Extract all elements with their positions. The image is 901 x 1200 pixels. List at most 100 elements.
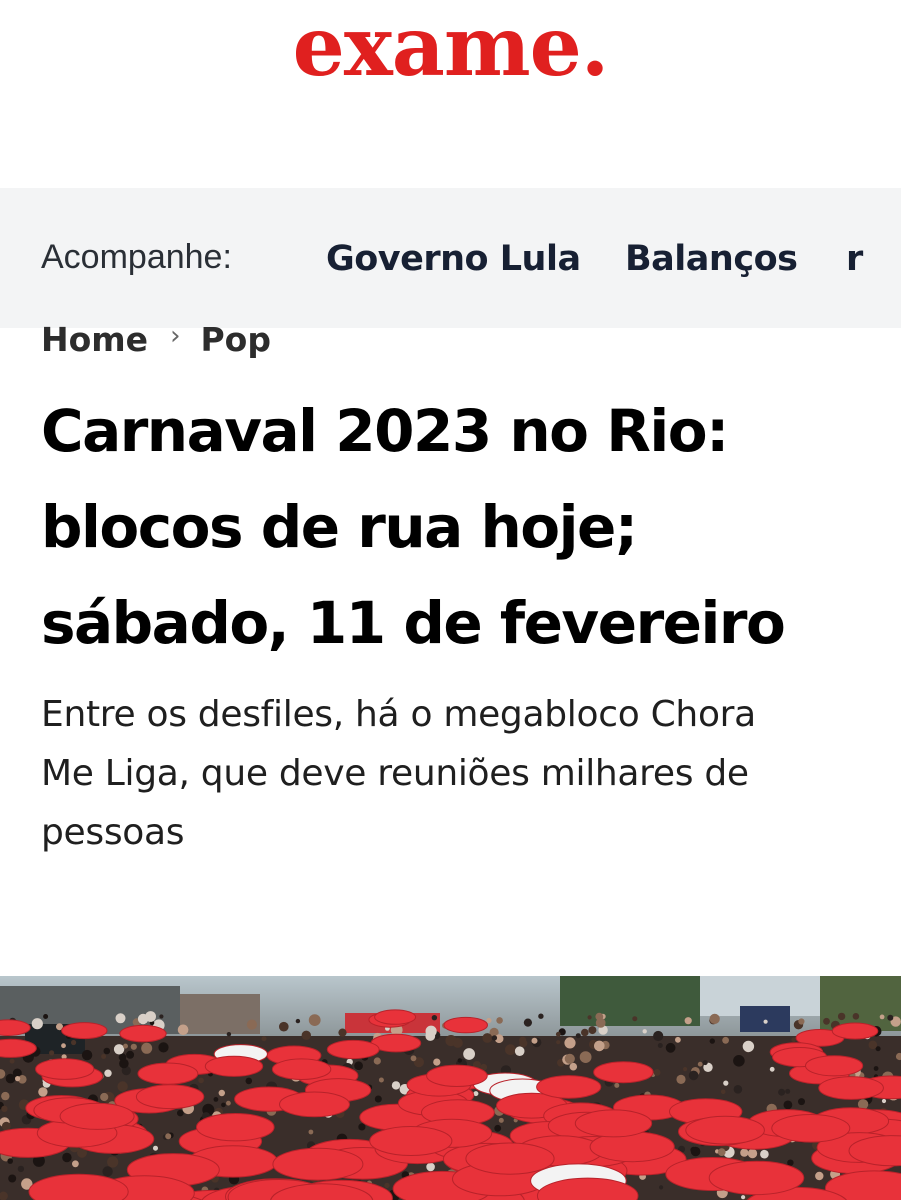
crowd-person (556, 1040, 561, 1045)
crowd-person (49, 1050, 55, 1056)
crowd-person (61, 1043, 66, 1049)
crowd-person (675, 1036, 681, 1043)
crowd-person (338, 1028, 347, 1037)
red-umbrella (443, 1016, 489, 1034)
crowd-person (7, 1158, 13, 1164)
red-umbrella (196, 1113, 275, 1142)
red-umbrella (326, 1039, 380, 1060)
crowd-person (587, 1015, 592, 1020)
crowd-person (741, 1195, 746, 1200)
red-umbrella (135, 1084, 205, 1110)
crowd-person (505, 1044, 516, 1056)
breadcrumb-pop[interactable]: Pop (200, 320, 270, 359)
crowd-person (787, 1159, 794, 1166)
crowd-person (104, 1069, 112, 1077)
crowd-person (301, 1030, 311, 1040)
crowd-person (378, 1077, 384, 1083)
breadcrumb: Home › Pop (41, 320, 271, 360)
crowd-person (688, 1070, 699, 1081)
crowd-person (498, 1117, 504, 1123)
crowd-person (569, 1062, 578, 1071)
crowd-person (733, 1055, 745, 1067)
crowd-person (740, 1148, 749, 1157)
crowd-person (642, 1029, 647, 1034)
crowd-person (81, 1049, 93, 1061)
breadcrumb-home[interactable]: Home (41, 320, 148, 359)
topics-nav-bar: Acompanhe: Governo Lula Balanços r (0, 188, 901, 328)
site-header: exame. (0, 0, 901, 188)
nav-link-balancos[interactable]: Balanços (625, 239, 798, 279)
crowd-person (141, 1042, 153, 1054)
crowd-person (17, 1165, 25, 1173)
red-umbrella (204, 1055, 264, 1077)
crowd-person (494, 1124, 502, 1132)
crowd-person (100, 1092, 109, 1102)
hero-image (0, 976, 901, 1200)
crowd-person (177, 1024, 189, 1036)
crowd-person (683, 1067, 688, 1072)
crowd-person (763, 1019, 768, 1024)
crowd-person (126, 1050, 135, 1059)
red-umbrella (708, 1160, 805, 1196)
crowd-person (723, 1080, 729, 1086)
red-umbrella (818, 1076, 884, 1100)
crowd-person (463, 1048, 475, 1060)
crowd-person (107, 1156, 119, 1168)
crowd-person (279, 1021, 289, 1032)
crowd-person (791, 1037, 797, 1043)
crowd-person (117, 1081, 128, 1092)
crowd-person (581, 1028, 589, 1037)
crowd-person (697, 1061, 703, 1067)
crowd-person (452, 1037, 463, 1048)
crowd-person (555, 1031, 561, 1037)
crowd-person (632, 1016, 638, 1022)
crowd-person (358, 1123, 366, 1131)
crowd-person (410, 1055, 417, 1062)
crowd-person (246, 1019, 257, 1030)
crowd-person (717, 1148, 726, 1156)
chevron-right-icon: › (170, 321, 181, 351)
red-umbrella (685, 1115, 765, 1145)
red-umbrella (271, 1058, 332, 1080)
crowd-person (354, 1061, 363, 1071)
crowd-person (391, 1081, 401, 1090)
crowd-person (113, 1044, 125, 1055)
follow-label: Acompanhe: (41, 238, 232, 276)
nav-link-governo-lula[interactable]: Governo Lula (326, 239, 581, 279)
crowd-person (709, 1038, 715, 1044)
red-umbrella (536, 1075, 602, 1099)
red-umbrella (137, 1062, 199, 1085)
crowd-person (588, 1026, 597, 1035)
crowd-person (384, 1182, 390, 1189)
crowd-person (5, 1073, 16, 1084)
crowd-photo (0, 976, 901, 1200)
crowd-person (261, 1036, 267, 1042)
crowd-person (1, 1105, 8, 1112)
subtitle-line: Entre os desfiles, há o megabloco Chora (41, 694, 756, 735)
red-umbrella (831, 1022, 879, 1040)
crowd-person (579, 1051, 592, 1063)
crowd-person (519, 1036, 527, 1044)
exame-logo[interactable]: exame. (0, 2, 901, 92)
crowd-person (881, 1098, 887, 1104)
crowd-person (531, 1037, 538, 1044)
crowd-person (1, 1091, 10, 1101)
crowd-person (720, 1089, 726, 1095)
crowd-person (614, 1082, 620, 1088)
crowd-person (226, 1100, 231, 1106)
crowd-person (102, 1166, 113, 1177)
red-umbrella (574, 1109, 653, 1138)
crowd-person (15, 1076, 21, 1082)
crowd-person (868, 1040, 878, 1050)
crowd-person (177, 1109, 184, 1117)
crowd-person (659, 1185, 664, 1190)
article-subtitle: Entre os desfiles, há o megabloco Chora … (41, 685, 871, 862)
crowd-person (130, 1043, 137, 1050)
crowd-person (9, 1058, 15, 1064)
crowd-person (538, 1013, 544, 1019)
crowd-person (213, 1097, 219, 1102)
crowd-person (769, 1066, 775, 1072)
nav-link-truncated[interactable]: r (846, 239, 863, 279)
subtitle-line: Me Liga, que deve reuniões milhares de (41, 753, 749, 794)
red-umbrella (465, 1142, 555, 1175)
